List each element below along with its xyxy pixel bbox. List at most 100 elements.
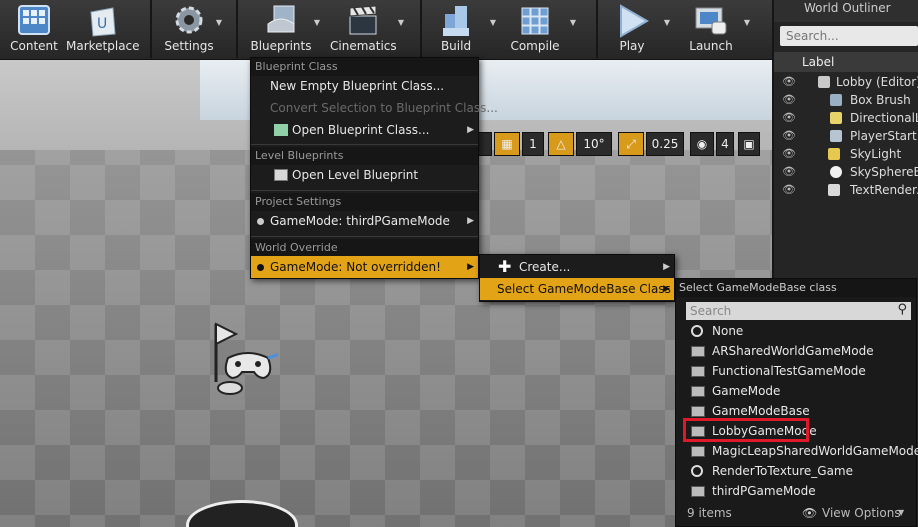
menu-divider — [251, 144, 478, 145]
gear-icon — [175, 6, 203, 34]
project-gamemode-item[interactable]: GameMode: thirdPGameMode ▶ — [251, 210, 478, 232]
eye-icon[interactable]: 👁 — [782, 163, 796, 181]
rotation-snap-icon[interactable]: △ — [548, 132, 574, 156]
blueprints-dropdown-icon[interactable]: ▼ — [314, 18, 320, 27]
content-label: Content — [10, 39, 58, 53]
class-list-item[interactable]: RenderToTexture_Game — [688, 461, 913, 481]
class-list-item[interactable]: None — [688, 321, 913, 341]
blueprints-menu: Blueprint Class New Empty Blueprint Clas… — [250, 57, 498, 279]
camera-speed-value[interactable]: 4 — [716, 132, 734, 156]
submenu-arrow-icon: ▶ — [467, 262, 474, 272]
camera-speed-icon[interactable]: ◉ — [690, 132, 714, 156]
class-icon — [691, 346, 705, 357]
eye-icon[interactable]: 👁 — [782, 145, 796, 163]
toolbar-divider — [236, 0, 238, 58]
class-list-item[interactable]: GameMode — [688, 381, 913, 401]
launch-icon — [695, 7, 727, 35]
outliner-row-label: Lobby (Editor) — [836, 75, 918, 89]
eye-icon[interactable]: 👁 — [782, 109, 796, 127]
toolbar-divider — [420, 0, 422, 58]
content-button[interactable]: Content — [4, 0, 64, 58]
settings-button[interactable]: Settings ▼ — [158, 0, 222, 58]
outliner-title: World Outliner — [774, 0, 918, 22]
open-blueprint-class-item[interactable]: Open Blueprint Class... ▶ — [251, 119, 478, 141]
class-icon — [691, 406, 705, 417]
chevron-down-icon[interactable]: ▼ — [898, 500, 904, 526]
viewport-maximize-button[interactable]: ▣ — [738, 132, 760, 156]
compile-dropdown-icon[interactable]: ▼ — [570, 18, 576, 27]
player-start-icon — [830, 130, 842, 142]
scale-snap-icon[interactable]: ⤢ — [618, 132, 644, 156]
class-picker-search-input[interactable]: Search ⚲ — [686, 302, 911, 320]
outliner-row-label: PlayerStart — [850, 129, 917, 143]
compile-button[interactable]: Compile ▼ — [506, 0, 576, 58]
cinematics-label: Cinematics — [330, 39, 397, 53]
highlight-annotation-box — [683, 418, 809, 442]
new-empty-blueprint-item[interactable]: New Empty Blueprint Class... — [251, 75, 478, 97]
world-override-gamemode-item[interactable]: GameMode: Not overridden! ▶ — [251, 256, 478, 278]
cinematics-dropdown-icon[interactable]: ▼ — [398, 18, 404, 27]
eye-icon[interactable]: 👁 — [782, 127, 796, 145]
game-mode-actor-icon[interactable] — [208, 322, 278, 402]
outliner-row[interactable]: 👁 Lobby (Editor) — [774, 73, 918, 91]
cinematics-button[interactable]: Cinematics ▼ — [330, 0, 404, 58]
settings-label: Settings — [164, 39, 214, 53]
rotation-snap-value[interactable]: 10° — [576, 132, 612, 156]
play-dropdown-icon[interactable]: ▼ — [664, 18, 670, 27]
outliner-row-label: TextRenderA — [850, 183, 918, 197]
menu-section-header: Level Blueprints — [251, 147, 478, 165]
bullet-icon — [257, 218, 264, 225]
build-dropdown-icon[interactable]: ▼ — [490, 18, 496, 27]
class-item-label: thirdPGameMode — [712, 484, 816, 498]
class-icon — [691, 486, 705, 497]
box-brush-icon — [830, 94, 842, 106]
launch-button[interactable]: Launch ▼ — [684, 0, 750, 58]
launch-dropdown-icon[interactable]: ▼ — [744, 18, 750, 27]
outliner-row-label: Box Brush — [850, 93, 911, 107]
outliner-row[interactable]: 👁 PlayerStart — [774, 127, 918, 145]
plus-icon: ✚ — [498, 257, 512, 276]
bullet-icon — [257, 264, 264, 271]
select-gamemodebase-class-item[interactable]: Select GameModeBase Class ▶ — [480, 278, 674, 300]
outliner-row[interactable]: 👁 SkyLight — [774, 145, 918, 163]
outliner-search-input[interactable]: Search... — [780, 26, 918, 46]
blueprints-icon — [267, 5, 295, 33]
class-list-item[interactable]: FunctionalTestGameMode — [688, 361, 913, 381]
play-icon — [620, 4, 650, 38]
class-list-item[interactable]: MagicLeapSharedWorldGameMode — [688, 441, 918, 461]
view-options-button[interactable]: View Options — [822, 500, 901, 526]
outliner-row[interactable]: 👁 TextRenderA — [774, 181, 918, 199]
marketplace-label: Marketplace — [66, 39, 140, 53]
compile-icon — [521, 7, 549, 35]
outliner-row[interactable]: 👁 SkySphereBlu — [774, 163, 918, 181]
world-override-gamemode-label: GameMode: Not overridden! — [270, 260, 441, 274]
menu-divider — [251, 236, 478, 237]
project-gamemode-label: GameMode: thirdPGameMode — [270, 214, 450, 228]
play-button[interactable]: Play ▼ — [604, 0, 670, 58]
scale-snap-value[interactable]: 0.25 — [646, 132, 684, 156]
eye-icon[interactable]: 👁 — [782, 91, 796, 109]
eye-icon[interactable]: 👁 — [802, 500, 817, 526]
grid-snap-icon[interactable]: ▦ — [494, 132, 520, 156]
build-button[interactable]: Build ▼ — [428, 0, 496, 58]
settings-dropdown-icon[interactable]: ▼ — [216, 18, 222, 27]
eye-icon[interactable]: 👁 — [782, 181, 796, 199]
class-list-item[interactable]: thirdPGameMode — [688, 481, 913, 501]
class-item-label: None — [712, 324, 744, 338]
open-level-blueprint-item[interactable]: Open Level Blueprint — [251, 164, 478, 186]
text-render-icon — [828, 184, 840, 196]
outliner-column-label[interactable]: Label — [774, 52, 918, 72]
svg-text:U: U — [97, 16, 107, 32]
play-label: Play — [619, 39, 645, 53]
compile-label: Compile — [510, 39, 560, 53]
marketplace-button[interactable]: U Marketplace — [66, 0, 140, 58]
eye-icon[interactable]: 👁 — [782, 73, 796, 91]
convert-to-blueprint-item[interactable]: Convert Selection to Blueprint Class... — [251, 97, 498, 119]
outliner-row[interactable]: 👁 Box Brush — [774, 91, 918, 109]
grid-snap-value[interactable]: 1 — [522, 132, 544, 156]
create-gamemode-item[interactable]: ✚ Create... ▶ — [480, 256, 674, 278]
class-list-item[interactable]: ARSharedWorldGameMode — [688, 341, 913, 361]
blueprints-button[interactable]: Blueprints ▼ — [250, 0, 320, 58]
outliner-row[interactable]: 👁 DirectionalLig — [774, 109, 918, 127]
class-circle-icon — [691, 465, 703, 477]
